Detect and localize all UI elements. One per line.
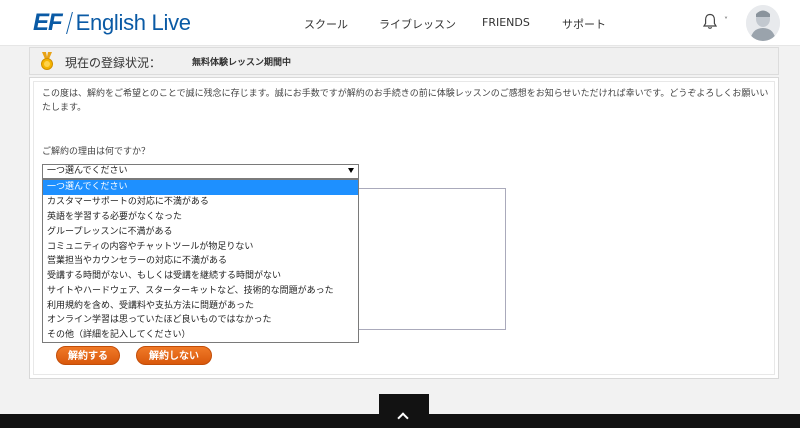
nav-item-school[interactable]: スクール: [304, 16, 348, 32]
reason-dropdown-list: 一つ選んでください カスタマーサポートの対応に不満がある 英語を学習する必要がな…: [42, 179, 359, 343]
nav-item-support[interactable]: サポート: [562, 16, 606, 32]
logo-separator: [65, 12, 73, 34]
avatar[interactable]: [746, 5, 780, 41]
reason-option[interactable]: オンライン学習は思っていたほど良いものではなかった: [43, 313, 358, 328]
reason-option[interactable]: 利用規約を含め、受講料や支払方法に問題があった: [43, 299, 358, 314]
reason-option[interactable]: サイトやハードウェア、スターターキットなど、技術的な問題があった: [43, 284, 358, 299]
chevron-down-icon[interactable]: ˅: [724, 16, 728, 25]
reason-option[interactable]: 英語を学習する必要がなくなった: [43, 210, 358, 225]
reason-option[interactable]: 受講する時間がない、もしくは受講を継続する時間がない: [43, 269, 358, 284]
logo-mark: EF: [33, 9, 63, 36]
reason-option[interactable]: 一つ選んでください: [43, 180, 358, 195]
logo-text: English Live: [75, 10, 191, 35]
reason-option[interactable]: コミュニティの内容やチャットツールが物足りない: [43, 240, 358, 255]
dropdown-arrow-icon[interactable]: [348, 168, 354, 173]
nav-item-friends[interactable]: FRIENDS: [482, 16, 530, 29]
reason-select[interactable]: 一つ選んでください: [42, 164, 359, 179]
ef-english-live-logo[interactable]: EF English Live: [33, 9, 191, 37]
cancel-subscription-button[interactable]: 解約する: [56, 346, 120, 365]
reason-option[interactable]: 営業担当やカウンセラーの対応に不満がある: [43, 254, 358, 269]
nav-item-live-lesson[interactable]: ライブレッスン: [379, 16, 456, 32]
reason-option[interactable]: その他（詳細を記入してください）: [43, 328, 358, 343]
chevron-up-icon: [397, 412, 409, 424]
user-avatar-icon: [746, 5, 780, 41]
back-to-top-button[interactable]: [379, 394, 429, 428]
reason-select-value: 一つ選んでください: [47, 166, 128, 176]
registration-status-bar: 現在の登録状況： 無料体験レッスン期間中: [29, 47, 779, 75]
status-label: 現在の登録状況：: [65, 56, 162, 70]
keep-subscription-button[interactable]: 解約しない: [136, 346, 212, 365]
cancellation-panel: この度は、解約をご希望とのことで誠に残念に存じます。誠にお手数ですが解約のお手続…: [29, 77, 779, 379]
top-header: EF English Live スクール ライブレッスン FRIENDS サポー…: [0, 0, 800, 46]
medal-icon: [41, 52, 53, 70]
cancellation-form: この度は、解約をご希望とのことで誠に残念に存じます。誠にお手数ですが解約のお手続…: [33, 81, 775, 375]
reason-label: ご解約の理由は何ですか？: [42, 147, 151, 157]
bell-icon[interactable]: [703, 13, 717, 30]
status-value: 無料体験レッスン期間中: [192, 58, 292, 68]
reason-option[interactable]: カスタマーサポートの対応に不満がある: [43, 195, 358, 210]
comment-textarea[interactable]: [356, 188, 506, 330]
reason-option[interactable]: グループレッスンに不満がある: [43, 225, 358, 240]
intro-text: この度は、解約をご希望とのことで誠に残念に存じます。誠にお手数ですが解約のお手続…: [42, 89, 769, 113]
